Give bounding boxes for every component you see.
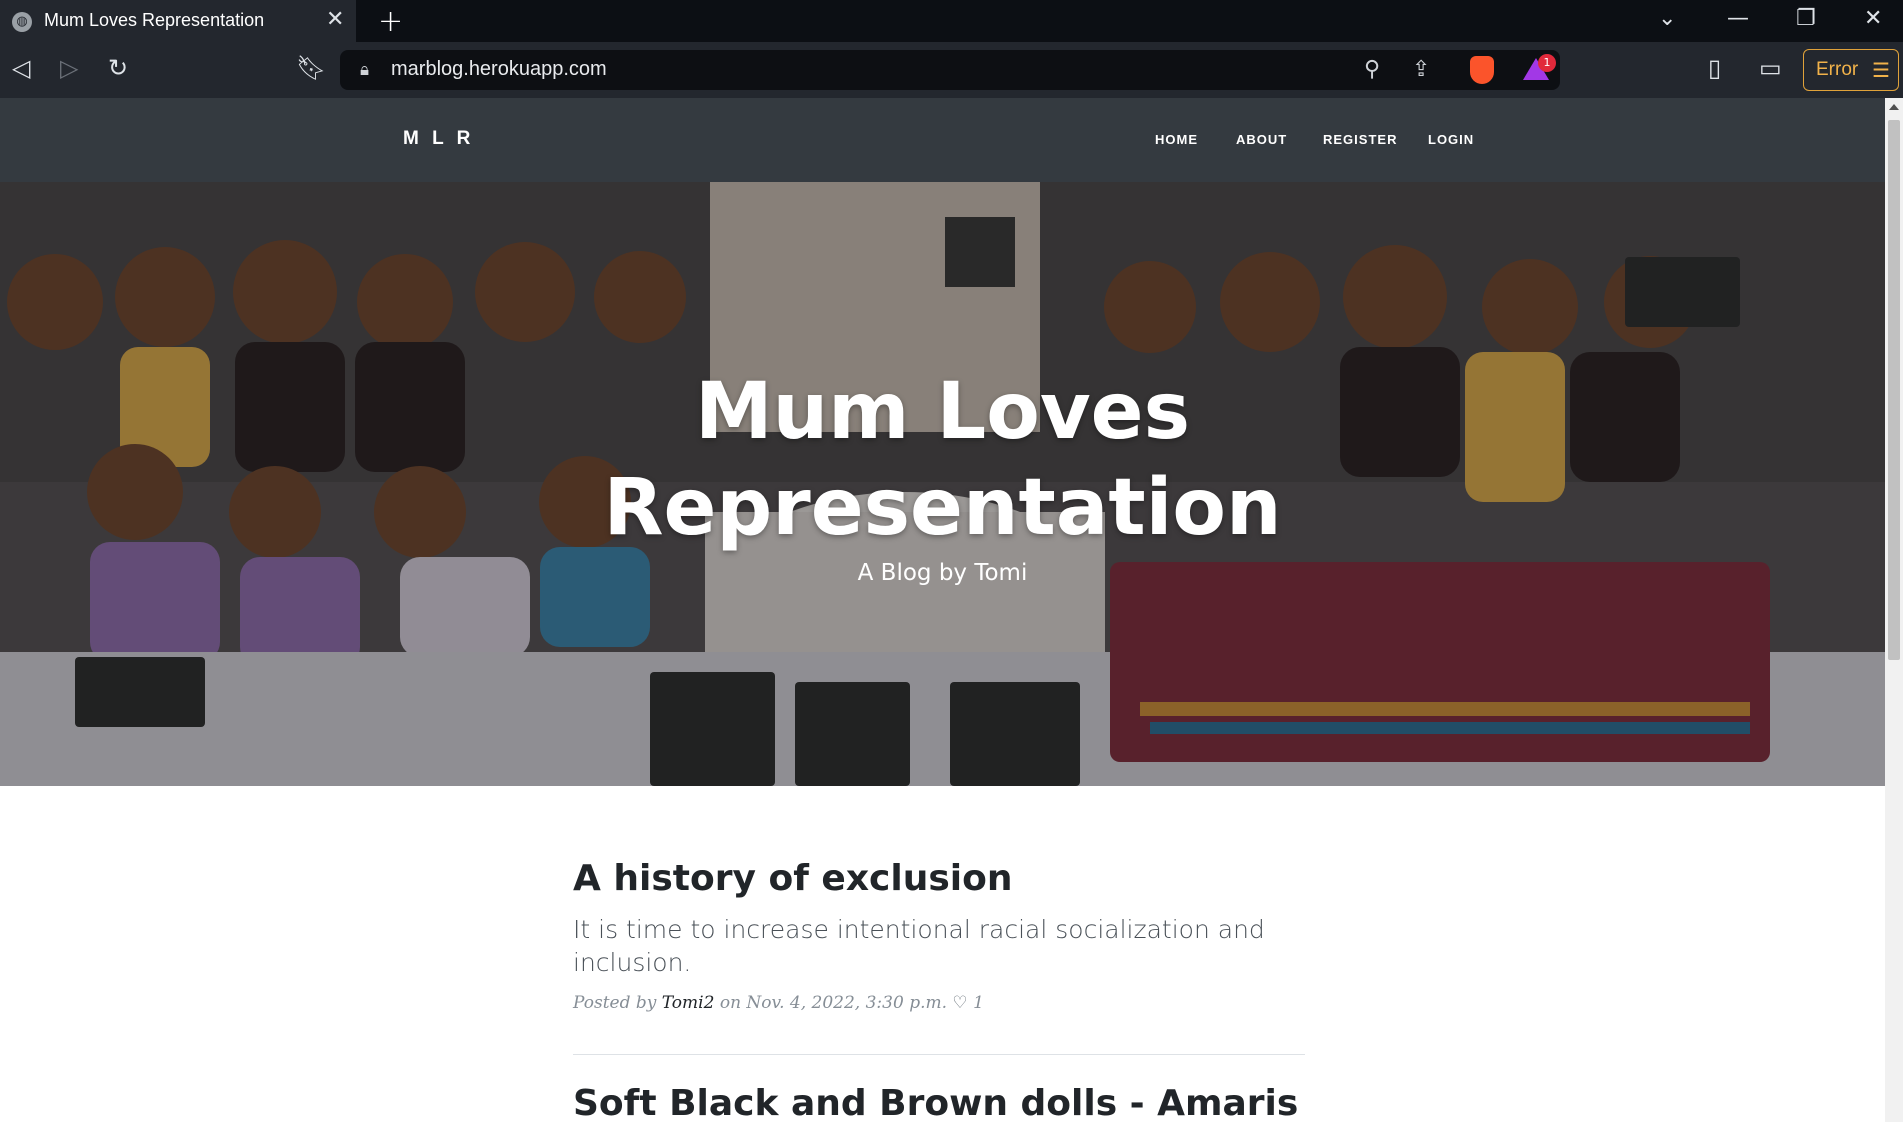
bookmark-icon[interactable]: 🔖︎ — [296, 54, 326, 82]
heart-icon: ♡ — [952, 993, 968, 1013]
brave-shield-icon[interactable] — [1470, 56, 1494, 84]
browser-tab[interactable]: ◍ Mum Loves Representation ✕ — [0, 0, 356, 42]
hero-title: Mum Loves Representation — [0, 364, 1885, 556]
scroll-up-icon[interactable] — [1889, 104, 1899, 110]
nav-about[interactable]: ABOUT — [1236, 132, 1287, 147]
post-title[interactable]: A history of exclusion — [573, 858, 1305, 899]
globe-icon: ◍ — [12, 12, 32, 32]
hero-subtitle: A Blog by Tomi — [857, 560, 1028, 586]
post-divider — [573, 1054, 1305, 1055]
reload-icon[interactable]: ↻ — [108, 54, 128, 82]
post-preview[interactable]: A history of exclusion It is time to inc… — [573, 858, 1305, 1013]
error-menu-button[interactable]: Error ☰ — [1803, 49, 1899, 91]
hero-title-line1: Mum Loves — [694, 367, 1191, 457]
sidebar-icon[interactable]: ▯ — [1708, 54, 1721, 82]
nav-home[interactable]: HOME — [1155, 132, 1198, 147]
hero-banner: Mum Loves Representation A Blog by Tomi — [0, 182, 1885, 786]
window-close-icon[interactable]: ✕ — [1864, 6, 1882, 31]
post-title[interactable]: Soft Black and Brown dolls - Amaris — [573, 1083, 1305, 1122]
site-navbar: M L R HOME ABOUT REGISTER LOGIN — [0, 98, 1885, 182]
post-meta: Posted by Tomi2 on Nov. 4, 2022, 3:30 p.… — [573, 993, 1305, 1013]
tab-search-icon[interactable]: ⌄ — [1658, 6, 1676, 31]
browser-toolbar: ◁ ▷ ↻ 🔖︎ 🔒︎ marblog.herokuapp.com ⚲ ⇪ 1 … — [0, 42, 1903, 98]
browser-tabstrip: ◍ Mum Loves Representation ✕ + ⌄ — ❐ ✕ — [0, 0, 1903, 42]
post-preview[interactable]: Soft Black and Brown dolls - Amaris — [573, 1083, 1305, 1122]
post-author[interactable]: Tomi2 — [662, 993, 715, 1013]
nav-login[interactable]: LOGIN — [1428, 132, 1474, 147]
post-subtitle[interactable]: It is time to increase intentional racia… — [573, 913, 1305, 979]
scrollbar-thumb[interactable] — [1888, 120, 1900, 660]
hero-title-line2: Representation — [603, 463, 1282, 553]
restore-icon[interactable]: ❐ — [1796, 6, 1816, 31]
menu-icon: ☰ — [1872, 60, 1890, 82]
page-scrollbar[interactable] — [1885, 98, 1903, 1122]
zoom-icon[interactable]: ⚲ — [1364, 57, 1380, 82]
error-label: Error — [1816, 59, 1859, 80]
share-icon[interactable]: ⇪ — [1412, 57, 1430, 82]
plus-icon[interactable]: + — [378, 4, 403, 39]
back-icon[interactable]: ◁ — [12, 54, 30, 82]
forward-icon[interactable]: ▷ — [60, 54, 78, 82]
rewards-badge: 1 — [1538, 54, 1556, 72]
tab-title: Mum Loves Representation — [44, 10, 265, 30]
minimize-icon[interactable]: — — [1727, 6, 1749, 31]
posted-by-label: Posted by — [573, 993, 657, 1013]
lock-icon[interactable]: 🔒︎ — [360, 60, 369, 80]
address-bar[interactable]: 🔒︎ marblog.herokuapp.com ⚲ ⇪ 1 — [340, 50, 1560, 90]
post-date: on Nov. 4, 2022, 3:30 p.m. — [719, 993, 948, 1013]
wallet-icon[interactable]: ▭ — [1759, 54, 1782, 82]
nav-register[interactable]: REGISTER — [1323, 132, 1397, 147]
close-icon[interactable]: ✕ — [326, 7, 344, 32]
site-brand[interactable]: M L R — [403, 128, 474, 150]
like-count: 1 — [973, 993, 984, 1013]
web-page: M L R HOME ABOUT REGISTER LOGIN Mum Love… — [0, 98, 1885, 1122]
url-text[interactable]: marblog.herokuapp.com — [391, 58, 607, 81]
